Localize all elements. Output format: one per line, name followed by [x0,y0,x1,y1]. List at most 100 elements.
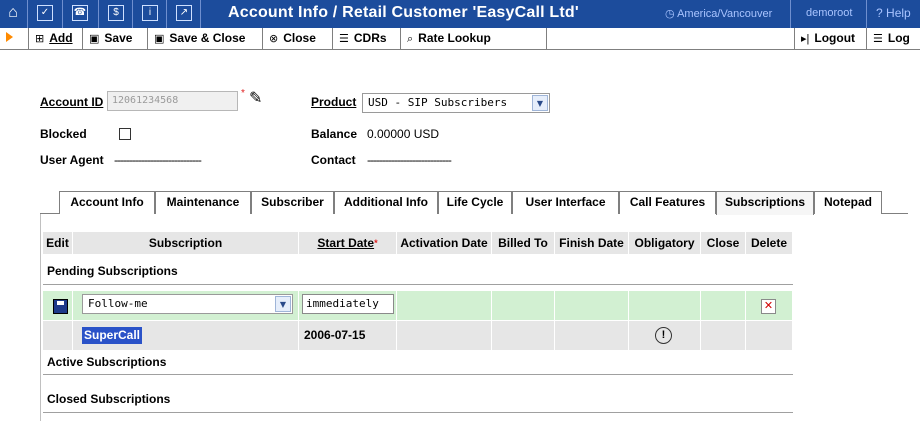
divider [790,0,791,28]
pending-subscriptions-heading: Pending Subscriptions [47,264,178,278]
close-cell [701,321,746,350]
product-select[interactable]: USD - SIP Subscribers ▼ [362,93,550,113]
blocked-checkbox[interactable] [119,128,131,140]
required-marker: * [374,238,378,248]
page-title: Account Info / Retail Customer 'EasyCall… [228,4,579,21]
divider [62,0,63,28]
log-icon: ☰ [873,33,883,45]
balance-label: Balance [311,127,358,141]
timezone-link[interactable]: ◷ America/Vancouver [665,7,772,20]
save-close-label: Save & Close [169,31,246,45]
pencil-icon[interactable]: ✎ [249,88,262,108]
divider [43,374,793,375]
required-marker: * [241,88,245,99]
play-icon[interactable] [6,32,13,42]
help-label: Help [886,6,911,20]
active-subscriptions-heading: Active Subscriptions [47,355,167,369]
dollar-icon[interactable]: $ [108,5,124,21]
finish-date-cell [555,291,629,320]
divider [132,0,133,28]
tab-account-info[interactable]: Account Info [59,191,155,214]
col-close: Close [701,232,746,254]
home-icon[interactable]: ⌂ [5,5,21,21]
checkbox-icon[interactable]: ✓ [37,5,53,21]
subscription-select-value: Follow-me [88,297,148,310]
tab-life-cycle[interactable]: Life Cycle [438,191,512,214]
cdrs-label: CDRs [353,31,387,45]
user-agent-label: User Agent [40,153,104,167]
col-edit: Edit [43,232,73,254]
tab-notepad[interactable]: Notepad [814,191,882,214]
tab-user-interface[interactable]: User Interface [512,191,619,214]
col-activation-date: Activation Date [397,232,492,254]
save-close-button[interactable]: ▣ Save & Close [148,28,263,49]
billed-to-cell [492,321,555,350]
start-date-input[interactable]: immediately [302,294,394,314]
obligatory-cell [629,291,701,320]
tab-subscriptions[interactable]: Subscriptions [716,191,814,215]
account-id-label[interactable]: Account ID [40,95,103,109]
chevron-down-icon[interactable]: ▼ [275,296,291,312]
tab-additional-info[interactable]: Additional Info [334,191,438,214]
panel-border [40,214,41,421]
save-icon: ▣ [89,33,100,45]
delete-row-icon[interactable]: ✕ [761,299,776,314]
save-button[interactable]: ▣ Save [83,28,148,49]
close-icon: ⊗ [269,33,279,45]
logout-label: Logout [814,31,856,45]
col-subscription: Subscription [73,232,299,254]
chevron-down-icon[interactable]: ▼ [532,95,548,111]
save-row-icon[interactable] [53,299,68,314]
subscription-select[interactable]: Follow-me ▼ [82,294,293,314]
finish-date-cell [555,321,629,350]
info-icon[interactable]: i [142,5,158,21]
col-obligatory: Obligatory [629,232,701,254]
help-icon: ? [876,6,883,20]
divider [43,412,793,413]
magnifier-icon: ⌕ [407,33,414,45]
save-close-icon: ▣ [154,33,165,45]
log-button[interactable]: ☰ Log [867,28,920,49]
current-user[interactable]: demoroot [806,7,852,19]
chart-icon[interactable]: ↗ [176,5,192,21]
divider [43,284,793,285]
activation-date-cell [397,321,492,350]
divider [27,0,28,28]
subscription-link[interactable]: SuperCall [82,327,143,344]
cdrs-button[interactable]: ☰ CDRs [333,28,401,49]
balance-value: 0.00000 USD [367,127,440,141]
close-cell [701,291,746,320]
phone-icon[interactable]: ☎ [72,5,88,21]
help-link[interactable]: ? Help [876,6,911,20]
tab-call-features[interactable]: Call Features [619,191,716,214]
tab-subscriber[interactable]: Subscriber [251,191,334,214]
product-select-value: USD - SIP Subscribers [368,96,508,109]
add-icon: ⊞ [35,33,45,45]
col-billed-to: Billed To [492,232,555,254]
timezone-label: America/Vancouver [677,8,773,20]
contact-label: Contact [311,153,356,167]
product-label[interactable]: Product [311,95,356,109]
close-label: Close [283,31,316,45]
closed-subscriptions-heading: Closed Subscriptions [47,392,171,406]
logout-button[interactable]: ▸| Logout [794,28,867,49]
toolbar: ⊞ Add ▣ Save ▣ Save & Close ⊗ Close ☰ CDRs ⌕ R… [0,28,920,50]
exclamation-icon: ! [655,327,672,344]
blocked-label: Blocked [40,127,87,141]
divider [98,0,99,28]
col-delete: Delete [746,232,793,254]
rate-lookup-label: Rate Lookup [418,31,491,45]
billed-to-cell [492,291,555,320]
list-icon: ☰ [339,33,349,45]
col-start-date[interactable]: Start Date* [299,232,397,254]
divider [866,0,867,28]
save-label: Save [104,31,133,45]
add-button[interactable]: ⊞ Add [28,28,83,49]
logout-icon: ▸| [801,33,810,45]
divider [200,0,201,28]
tab-maintenance[interactable]: Maintenance [155,191,251,214]
contact-value: ---------------------------- [367,153,452,167]
col-start-date-label: Start Date [317,236,375,250]
close-button[interactable]: ⊗ Close [263,28,333,49]
rate-lookup-button[interactable]: ⌕ Rate Lookup [401,28,547,49]
